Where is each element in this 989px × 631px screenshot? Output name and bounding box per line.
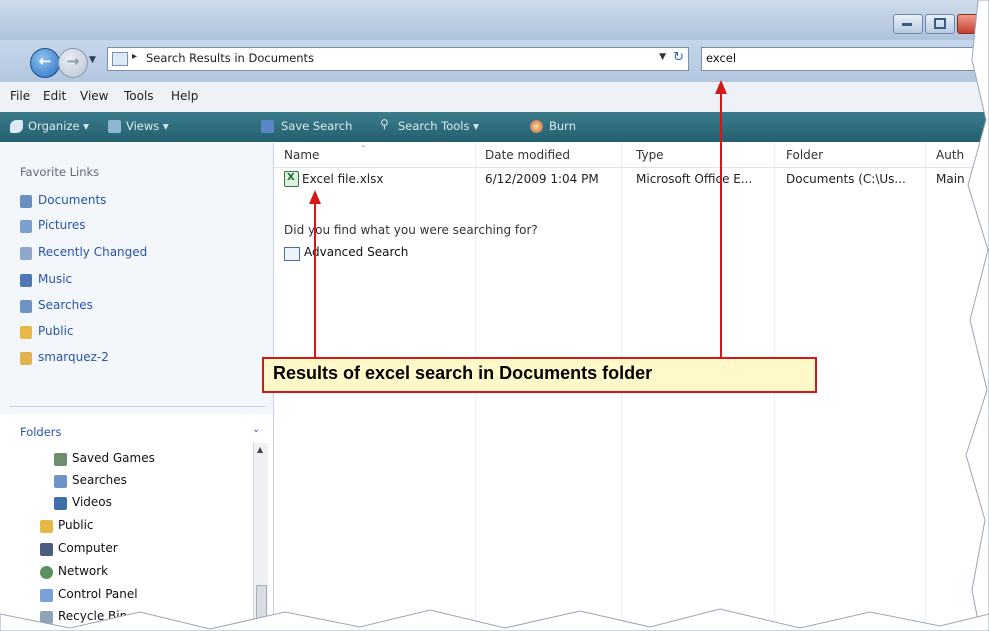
explorer-window: ← → ▼ ▸ Search Results in Documents ▼ ↻ … xyxy=(0,0,989,631)
torn-right-edge xyxy=(965,0,989,631)
torn-bottom-edge xyxy=(0,608,989,631)
torn-edge-overlay xyxy=(0,0,989,631)
